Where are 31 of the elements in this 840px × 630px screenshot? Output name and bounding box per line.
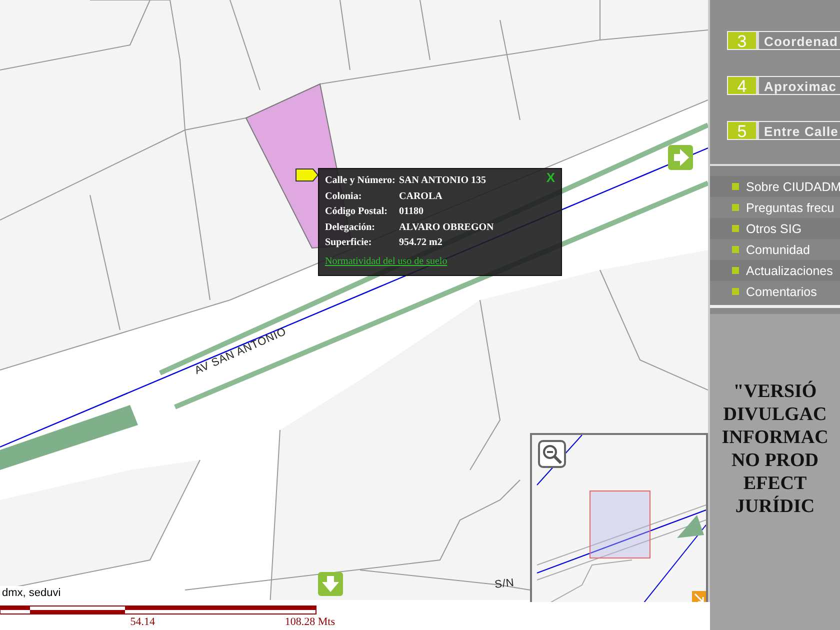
- attribution-text: dmx, seduvi: [0, 586, 63, 600]
- field-label: Código Postal:: [325, 205, 388, 219]
- field-value: 01180: [399, 205, 424, 219]
- scale-label: 54.14: [129, 616, 155, 628]
- disclaimer-text: EFECT: [743, 472, 807, 495]
- disclaimer-text: INFORMAC: [722, 426, 828, 449]
- expand-arrow-icon[interactable]: [692, 591, 706, 602]
- sidebar-link[interactable]: Actualizaciones: [710, 260, 840, 281]
- scale-label: 108.28 Mts: [284, 616, 335, 628]
- field-value: 954.72 m2: [399, 236, 442, 250]
- disclaimer-text: DIVULGAC: [723, 403, 827, 426]
- field-label: Delegación:: [325, 220, 376, 234]
- zoom-out-icon[interactable]: [538, 440, 566, 468]
- field-value: ALVARO OBREGON: [399, 220, 494, 234]
- street-label: S/N: [494, 576, 515, 591]
- search-option-button[interactable]: 5 Entre Calle: [727, 121, 840, 140]
- field-value: CAROLA: [399, 190, 442, 204]
- disclaimer-text: "VERSIÓ: [733, 380, 817, 403]
- sidebar-link[interactable]: Sobre CIUDADM: [710, 176, 840, 197]
- land-use-link[interactable]: Normatividad del uso de suelo: [325, 256, 448, 266]
- search-option-button[interactable]: 3 Coordenad: [727, 31, 840, 50]
- field-value: SAN ANTONIO 135: [399, 174, 486, 188]
- sidebar-link[interactable]: Otros SIG: [710, 218, 840, 239]
- field-label: Superficie:: [325, 236, 373, 250]
- close-button[interactable]: X: [546, 170, 555, 185]
- field-label: Colonia:: [325, 190, 363, 204]
- disclaimer-text: NO PROD: [731, 449, 819, 472]
- disclaimer-text: JURÍDIC: [735, 495, 815, 518]
- search-option-button[interactable]: 4 Aproximac: [727, 76, 840, 95]
- tag-icon: [295, 168, 319, 182]
- field-label: Calle y Número:: [325, 174, 396, 188]
